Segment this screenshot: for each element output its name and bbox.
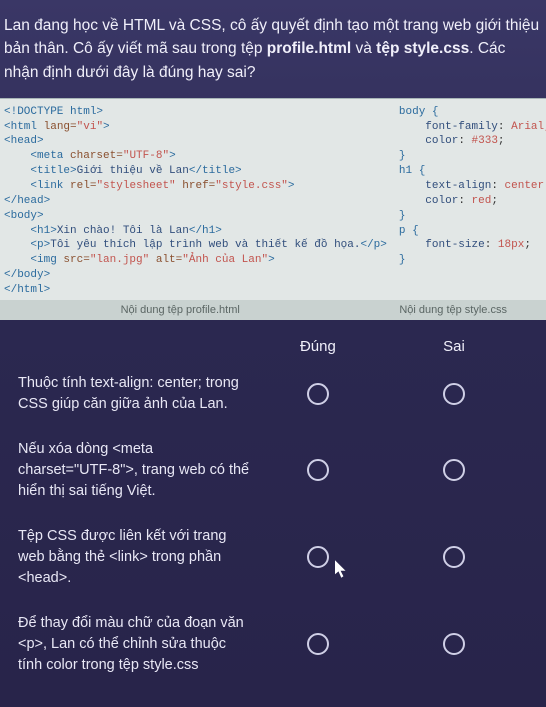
- css-code-label: Nội dung tệp style.css: [360, 300, 546, 320]
- radio-true[interactable]: [307, 633, 329, 655]
- statement-row: Để thay đổi màu chữ của đoạn văn <p>, La…: [18, 613, 532, 676]
- column-false: Sai: [386, 338, 522, 355]
- statement-row: Tệp CSS được liên kết với trang web bằng…: [18, 526, 532, 589]
- html-code-label: Nội dung tệp profile.html: [0, 300, 360, 320]
- radio-false[interactable]: [443, 633, 465, 655]
- radio-cell: [386, 546, 522, 568]
- radio-cell: [250, 546, 386, 568]
- statement-text: Thuộc tính text-align: center; trong CSS…: [18, 373, 250, 415]
- grid-header: Đúng Sai: [18, 338, 532, 355]
- statement-text: Để thay đổi màu chữ của đoạn văn <p>, La…: [18, 613, 250, 676]
- radio-true[interactable]: [307, 546, 329, 568]
- statement-row: Nếu xóa dòng <meta charset="UTF-8">, tra…: [18, 439, 532, 502]
- css-code: body { font-family: Arial, sans-s; color…: [393, 99, 546, 300]
- statement-text: Nếu xóa dòng <meta charset="UTF-8">, tra…: [18, 439, 250, 502]
- radio-cell: [386, 633, 522, 655]
- answer-grid: Đúng Sai Thuộc tính text-align: center; …: [0, 320, 546, 676]
- radio-false[interactable]: [443, 383, 465, 405]
- radio-cell: [250, 633, 386, 655]
- radio-false[interactable]: [443, 459, 465, 481]
- question-text: Lan đang học về HTML và CSS, cô ấy quyết…: [0, 0, 546, 98]
- cursor-icon: [335, 560, 349, 580]
- radio-cell: [250, 383, 386, 405]
- radio-cell: [386, 383, 522, 405]
- radio-true[interactable]: [307, 383, 329, 405]
- column-true: Đúng: [250, 338, 386, 355]
- statement-row: Thuộc tính text-align: center; trong CSS…: [18, 373, 532, 415]
- radio-cell: [250, 459, 386, 481]
- radio-false[interactable]: [443, 546, 465, 568]
- html-code: <!DOCTYPE html> <html lang="vi"> <head> …: [0, 99, 393, 300]
- statement-text: Tệp CSS được liên kết với trang web bằng…: [18, 526, 250, 589]
- code-labels: Nội dung tệp profile.html Nội dung tệp s…: [0, 300, 546, 320]
- radio-cell: [386, 459, 522, 481]
- code-panel: <!DOCTYPE html> <html lang="vi"> <head> …: [0, 98, 546, 300]
- radio-true[interactable]: [307, 459, 329, 481]
